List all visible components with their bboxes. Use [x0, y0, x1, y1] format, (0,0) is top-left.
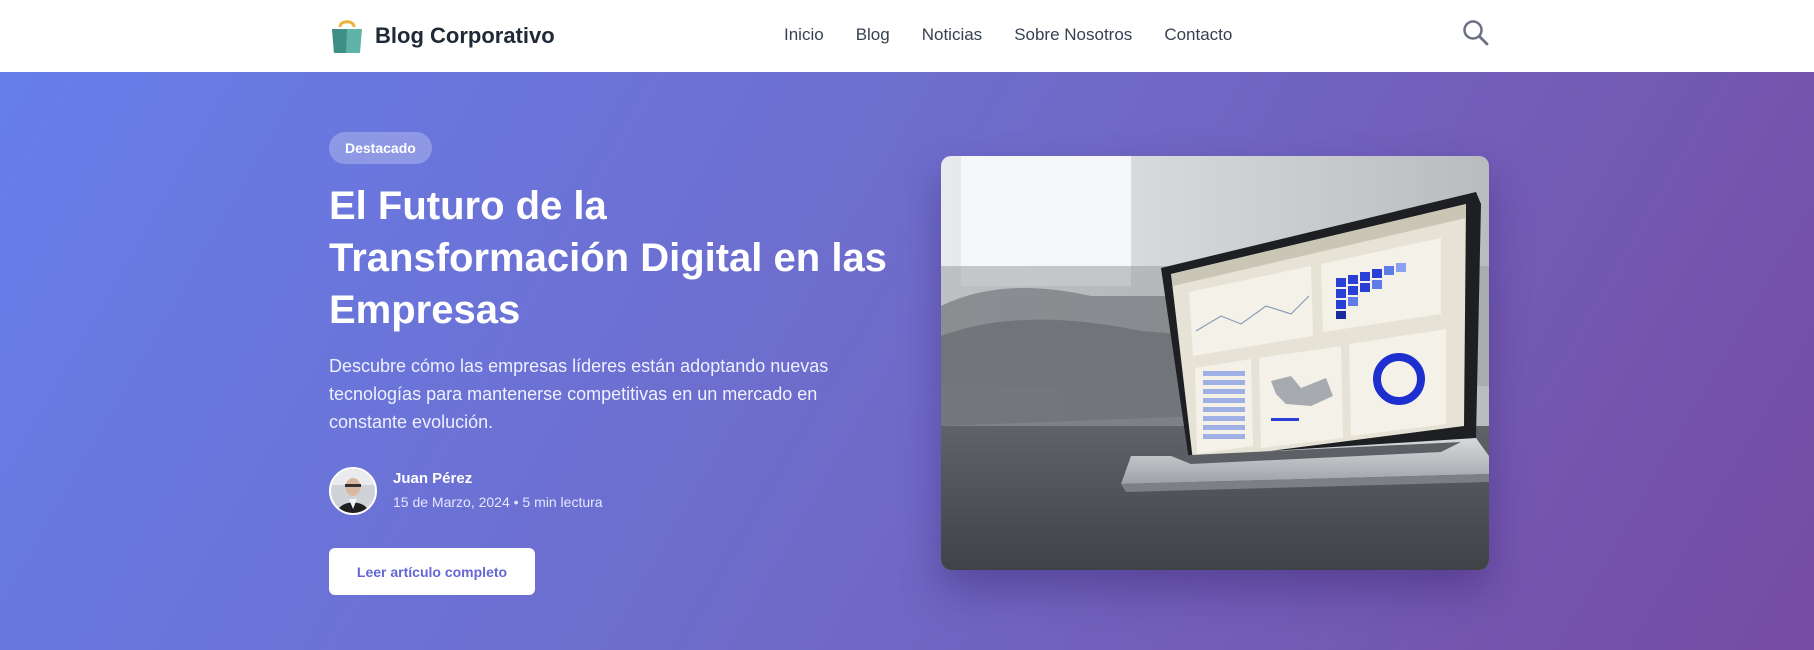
read-article-button[interactable]: Leer artículo completo — [329, 548, 535, 595]
nav-inicio[interactable]: Inicio — [784, 25, 824, 45]
main-nav: Inicio Blog Noticias Sobre Nosotros Cont… — [784, 25, 1264, 45]
featured-badge: Destacado — [329, 132, 432, 164]
site-header: Blog Corporativo Inicio Blog Noticias So… — [0, 0, 1814, 72]
brand-logo[interactable]: Blog Corporativo — [329, 17, 555, 55]
featured-image[interactable] — [941, 156, 1489, 570]
author-info: Juan Pérez 15 de Marzo, 2024 • 5 min lec… — [393, 468, 603, 514]
author-block: Juan Pérez 15 de Marzo, 2024 • 5 min lec… — [329, 467, 603, 515]
nav-contacto[interactable]: Contacto — [1164, 25, 1232, 45]
laptop-dashboard-image — [941, 156, 1489, 570]
author-photo-icon — [331, 469, 375, 513]
article-title: El Futuro de la Transformación Digital e… — [329, 184, 887, 332]
hero-section — [0, 72, 1814, 650]
nav-blog[interactable]: Blog — [856, 25, 890, 45]
nav-noticias[interactable]: Noticias — [922, 25, 982, 45]
avatar — [329, 467, 377, 515]
nav-sobre-nosotros[interactable]: Sobre Nosotros — [1014, 25, 1132, 45]
shopping-bag-icon — [332, 20, 362, 53]
author-name[interactable]: Juan Pérez — [393, 468, 603, 490]
article-summary: Descubre cómo las empresas líderes están… — [329, 356, 829, 432]
article-meta: 15 de Marzo, 2024 • 5 min lectura — [393, 494, 603, 510]
search-icon[interactable] — [1462, 18, 1490, 48]
brand-name: Blog Corporativo — [375, 23, 555, 48]
